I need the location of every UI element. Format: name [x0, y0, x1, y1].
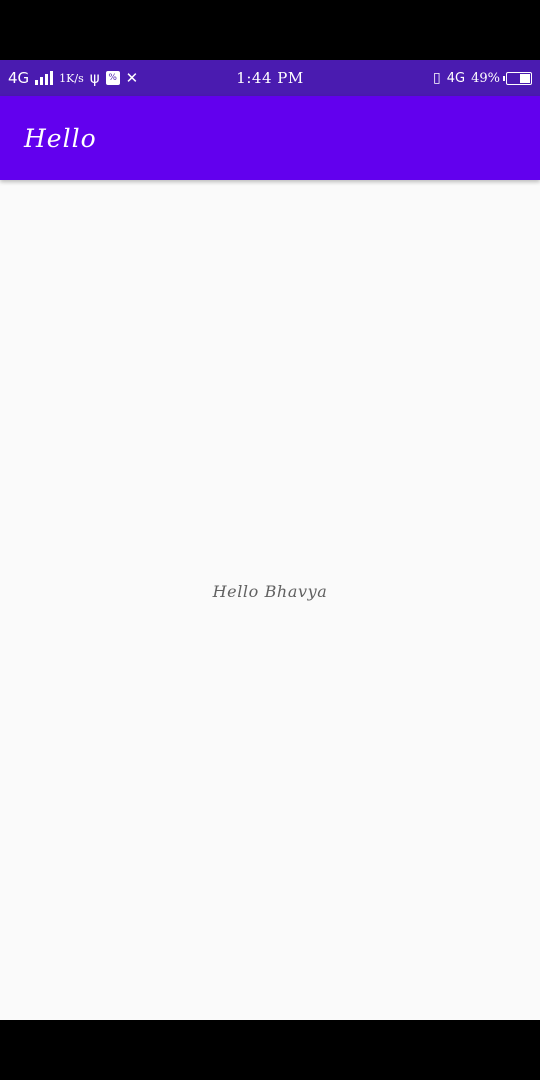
- status-right-group: ▯ 4G 49%: [270, 70, 532, 86]
- signal-bars-icon: [35, 71, 54, 85]
- 4g-arrows-icon: 4G: [446, 70, 466, 86]
- bottom-black-bar: [0, 1020, 540, 1080]
- battery-charging-icon: [503, 71, 532, 85]
- usb-icon: ψ: [89, 68, 100, 87]
- app-bar: Hello: [0, 96, 540, 180]
- vpn-box-icon: %: [105, 71, 120, 85]
- top-black-bar: [0, 0, 540, 60]
- status-bar: 4G 1K/s ψ % ✕ 1:44 PM ▯ 4G 49%: [0, 60, 540, 96]
- app-bar-title: Hello: [24, 123, 97, 153]
- battery-percent: 49%: [471, 70, 500, 86]
- tools-icon: ✕: [125, 68, 139, 87]
- vibrate-icon: ▯: [433, 70, 441, 86]
- network-label: 4G: [8, 69, 30, 87]
- greeting-text: Hello Bhavya: [212, 581, 328, 601]
- phone-screen: 4G 1K/s ψ % ✕ 1:44 PM ▯ 4G 49% Hello Hel…: [0, 0, 540, 1080]
- status-left-group: 4G 1K/s ψ % ✕: [8, 69, 270, 87]
- battery-fill: [520, 73, 530, 83]
- main-body: Hello Bhavya: [0, 180, 540, 1020]
- data-speed: 1K/s: [59, 71, 84, 85]
